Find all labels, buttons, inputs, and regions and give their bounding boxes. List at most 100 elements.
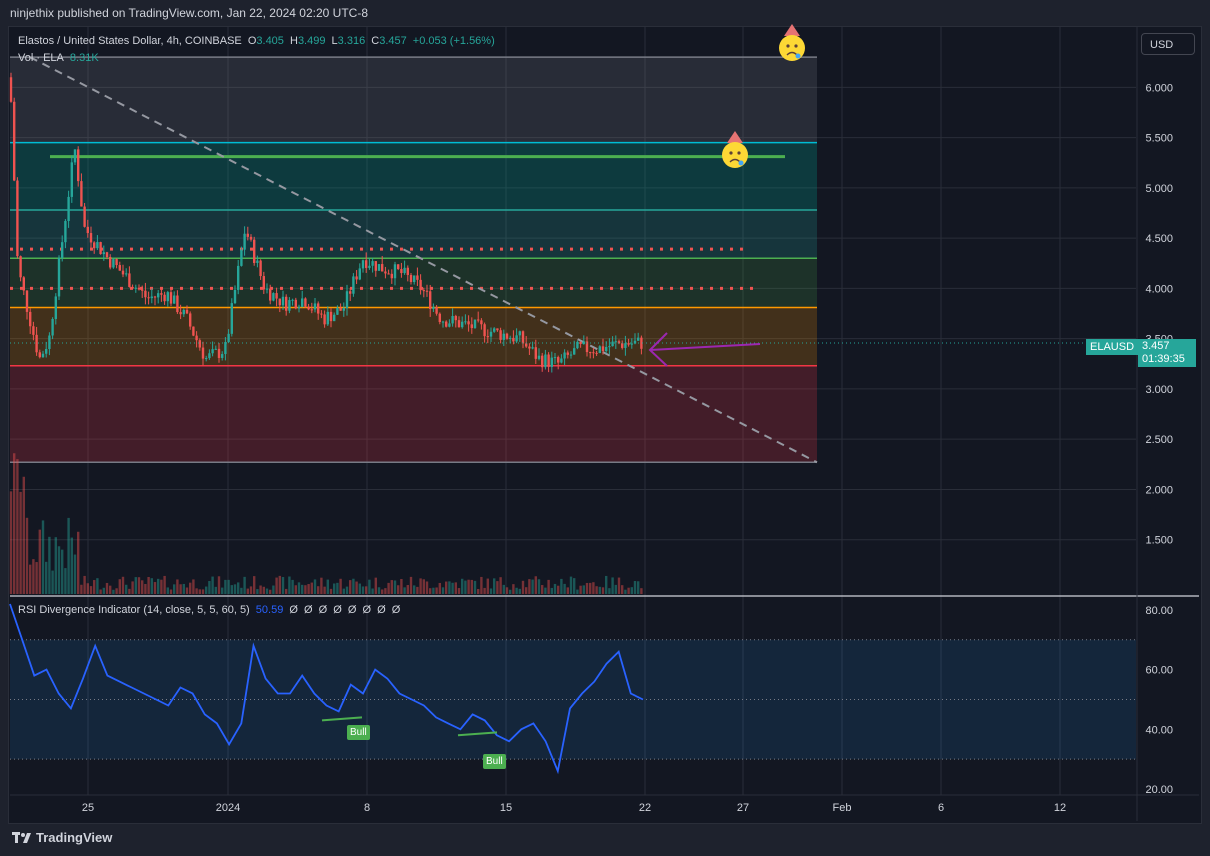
candle-body: [374, 261, 377, 271]
candle-body: [345, 291, 349, 309]
time-tick-label: 6: [938, 802, 944, 814]
volume-bar: [57, 546, 61, 594]
volume-bar: [454, 582, 457, 594]
volume-bar: [384, 588, 387, 594]
candle-body: [301, 298, 304, 307]
candle-body: [310, 309, 313, 311]
rsi-pane: [9, 603, 1136, 775]
volume-bar: [336, 582, 339, 594]
volume-bar: [217, 576, 221, 594]
volume-bar: [83, 575, 86, 594]
candle-body: [483, 324, 486, 337]
candle-body: [627, 343, 630, 345]
candle-body: [342, 308, 345, 311]
volume-bar: [429, 588, 432, 594]
price-tick-label: 5.500: [1145, 133, 1173, 145]
volume-bar: [627, 587, 630, 594]
rsi-label: RSI Divergence Indicator (14, close, 5, …: [18, 604, 250, 616]
volume-bar: [425, 581, 429, 594]
candle-body: [313, 303, 317, 310]
candle-body: [211, 349, 214, 354]
candle-body: [32, 326, 35, 335]
candle-body: [598, 346, 601, 353]
volume-bar: [451, 582, 454, 594]
volume-bar: [531, 579, 534, 594]
candle-body: [80, 181, 83, 207]
candle-body: [461, 321, 464, 328]
tear-icon: [795, 53, 801, 59]
volume-bar: [195, 588, 198, 594]
volume-bar: [93, 580, 96, 594]
volume-bar: [320, 577, 323, 594]
volume-bar: [259, 585, 262, 594]
volume-bar: [269, 589, 272, 594]
fib-zone: [10, 307, 817, 366]
volume-bar: [137, 577, 141, 594]
volume-bar: [595, 586, 598, 594]
volume-bars: [9, 453, 643, 594]
candle-body: [560, 358, 563, 363]
volume-bar: [141, 580, 144, 594]
candle-body: [134, 287, 137, 289]
volume-bar: [109, 585, 112, 594]
candle-body: [525, 343, 528, 347]
volume-bar: [304, 585, 307, 594]
rsi-marker: Ø: [304, 604, 313, 616]
volume-bar: [611, 577, 614, 594]
volume-bar: [624, 589, 627, 594]
bar-countdown: 01:39:35: [1142, 353, 1185, 365]
candle-body: [256, 260, 259, 263]
price-tick-label: 2.000: [1145, 484, 1173, 496]
volume-bar: [205, 586, 208, 594]
candle-body: [112, 259, 115, 268]
volume-bar: [416, 586, 419, 594]
candle-body: [573, 348, 576, 355]
candle-body: [269, 288, 272, 301]
candle-body: [246, 233, 249, 237]
volume-bar: [144, 583, 147, 594]
candle-body: [409, 274, 413, 283]
candle-body: [403, 267, 406, 274]
time-tick-label: 2024: [216, 802, 240, 814]
fib-zone: [10, 258, 817, 308]
volume-bar: [486, 578, 489, 594]
rsi-value: 50.59: [255, 604, 284, 616]
volume-bar: [51, 570, 54, 594]
candle-body: [486, 336, 489, 338]
candle-body: [419, 279, 422, 291]
volume-bar: [150, 578, 153, 594]
candle-body: [221, 354, 224, 358]
candle-body: [25, 290, 29, 312]
candle-body: [189, 313, 192, 327]
price-tick-label: 6.000: [1145, 82, 1173, 94]
volume-bar: [621, 585, 624, 594]
candle-body: [137, 287, 141, 290]
currency-selector[interactable]: USD: [1141, 33, 1195, 55]
candle-body: [467, 321, 470, 325]
volume-bar: [467, 579, 470, 594]
volume-bar: [25, 517, 29, 594]
volume-bar: [246, 588, 249, 594]
candle-body: [157, 293, 160, 298]
candle-body: [224, 342, 227, 355]
candle-body: [595, 352, 598, 354]
volume-bar: [291, 579, 294, 594]
candle-body: [237, 265, 240, 290]
volume-bar: [29, 564, 32, 594]
volume-bar: [70, 537, 73, 594]
fib-zone: [10, 57, 817, 143]
volume-bar: [221, 587, 224, 594]
chart-canvas[interactable]: 6.0005.5005.0004.5004.0003.5003.0002.500…: [0, 0, 1210, 856]
volume-bar: [387, 582, 390, 594]
volume-bar: [365, 586, 368, 594]
volume-bar: [480, 576, 483, 594]
volume-bar: [105, 582, 109, 594]
candle-body: [569, 354, 573, 356]
candle-body: [531, 347, 534, 349]
volume-bar: [441, 587, 445, 594]
volume-bar: [112, 589, 115, 594]
bull-divergence-label: Bull: [483, 754, 506, 769]
candle-body: [99, 242, 102, 255]
volume-bar: [598, 586, 601, 594]
close-value: 3.457: [379, 35, 407, 47]
